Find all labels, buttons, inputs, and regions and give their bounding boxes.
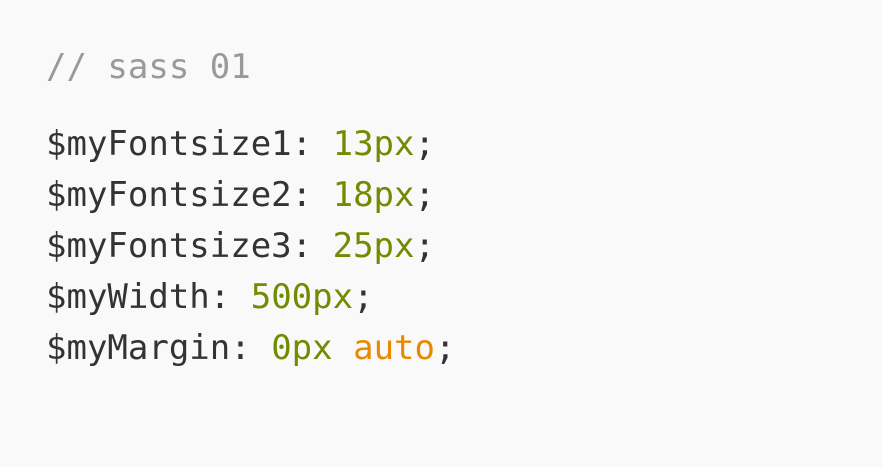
semicolon: ;	[414, 175, 435, 215]
code-line-width: $myWidth: 500px;	[46, 271, 866, 323]
semicolon: ;	[434, 328, 456, 368]
colon-separator: :	[230, 328, 272, 368]
code-line-fontsize2: $myFontsize2: 18px;	[46, 169, 866, 221]
variable-value: 25px	[332, 226, 415, 266]
semicolon: ;	[414, 226, 435, 266]
code-line-margin: $myMargin: 0px auto;	[46, 322, 866, 374]
space-separator	[333, 328, 353, 368]
variable-name: $myMargin	[46, 328, 231, 368]
code-comment: // sass 01	[46, 47, 251, 87]
variable-value: 18px	[332, 175, 415, 215]
variable-name: $myFontsize3	[46, 226, 292, 266]
code-line-fontsize3: $myFontsize3: 25px;	[46, 220, 866, 272]
semicolon: ;	[353, 277, 374, 317]
variable-value: 13px	[332, 124, 415, 164]
code-line-fontsize1: $myFontsize1: 13px;	[46, 118, 866, 170]
semicolon: ;	[414, 124, 435, 164]
variable-value: 500px	[250, 277, 354, 317]
variable-name: $myWidth	[46, 277, 210, 317]
variable-name: $myFontsize1	[46, 124, 292, 164]
sass-code-snippet: { "code": { "comment": "// sass 01", "li…	[0, 0, 882, 467]
variable-value: 0px	[271, 328, 333, 368]
variable-name: $myFontsize2	[46, 175, 292, 215]
colon-separator: :	[291, 226, 333, 266]
code-block: // sass 01 $myFontsize1: 13px; $myFontsi…	[46, 41, 866, 374]
colon-separator: :	[209, 277, 251, 317]
auto-keyword: auto	[353, 328, 435, 368]
colon-separator: :	[291, 124, 333, 164]
colon-separator: :	[291, 175, 333, 215]
